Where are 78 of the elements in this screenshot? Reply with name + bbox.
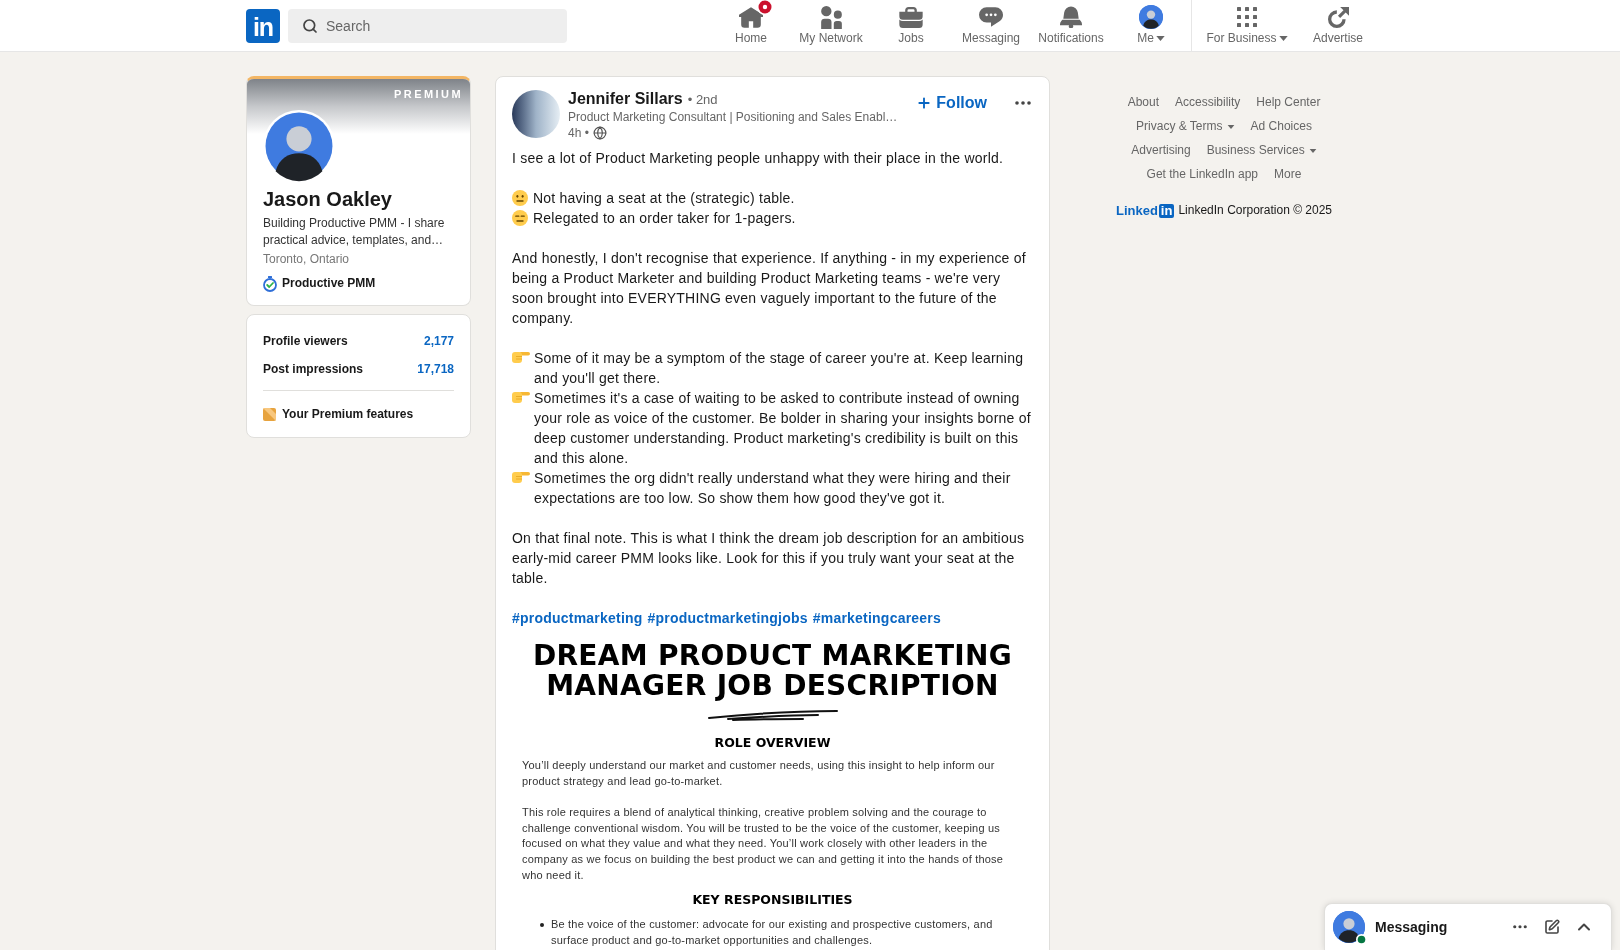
footer-link[interactable]: Privacy & Terms: [1136, 118, 1235, 135]
footer-link[interactable]: More: [1274, 166, 1302, 183]
stat-value[interactable]: 17,718: [417, 360, 454, 378]
profile-headline: Building Productive PMM - I share practical advice, templates, and…: [263, 215, 446, 249]
document-paragraph: This role requires a blend of analytical thinking, creative problem solving and the courage to challenge conventional wisdom. You will be trusted to be the voice of the customer, keeping us focused on what they value and what they need. You’ll work closely with other leaders in the company as we focus on building the best product we can and getting it into the hands of those who need it.: [522, 805, 1005, 883]
document-paragraph: You’ll deeply understand our market and customer needs, using this insight to help inform our product strategy and lead go-to-market.: [522, 758, 996, 789]
footer-link[interactable]: Help Center: [1256, 94, 1321, 111]
footer-link[interactable]: Business Services: [1206, 142, 1317, 159]
post-text: And honestly, I don't recognise that experience. If anything - in my experience of being a Product Marketer and building Product Marketing teams - we're very soon brought into EVERYTHING even vaguely important to the future of the company.: [512, 249, 1027, 328]
post-text: Not having a seat at the (strategic) table.: [533, 189, 796, 208]
footer-link[interactable]: Advertising: [1131, 142, 1191, 159]
briefcase-icon: [899, 6, 923, 28]
copyright-text: LinkedIn Corporation © 2025: [1178, 202, 1333, 219]
profile-location: Toronto, Ontario: [263, 251, 351, 268]
nav-item[interactable]: Home: [711, 0, 791, 52]
hashtag-link[interactable]: #productmarketing: [512, 608, 643, 628]
document-heading: KEY RESPONSIBILITIES: [691, 892, 854, 908]
stat-label[interactable]: Post impressions: [263, 360, 364, 378]
messaging-label: Messaging: [1375, 917, 1449, 937]
post-time: 4h •: [568, 125, 589, 141]
premium-icon: [263, 407, 276, 421]
linkedin-wordmark: Linked in: [1115, 202, 1175, 219]
footer-link[interactable]: About: [1127, 94, 1159, 111]
search-icon: [302, 17, 318, 34]
premium-features-link[interactable]: Your Premium features: [282, 405, 414, 423]
premium-label: PREMIUM: [394, 88, 463, 101]
profile-photo-placeholder: [512, 90, 560, 138]
grid-icon: [1237, 7, 1257, 27]
connection-degree: • 2nd: [687, 91, 718, 109]
post-text: Relegated to an order taker for 1-pagers.: [533, 209, 797, 228]
linkedin-logo[interactable]: in: [246, 8, 280, 43]
bullet-icon: [540, 923, 544, 928]
avatar-icon: [1333, 911, 1365, 943]
post-text: I see a lot of Product Marketing people unhappy with their place in the world.: [512, 149, 1005, 168]
post-text: Sometimes it's a case of waiting to be asked to contribute instead of owning your role as voice of the customer. Be bolder in sharing your insights borne of deep customer understanding. Product marketing's credibility is built on this and this alone.: [534, 389, 1032, 468]
home-icon: [739, 6, 763, 28]
footer-link[interactable]: Accessibility: [1175, 94, 1241, 111]
expressionless-face-icon: [512, 210, 528, 226]
document-bullet-text: Be the voice of the customer: advocate for our existing and prospective customers, and surface product and go-to-market opportunities and challenges.: [551, 917, 994, 948]
search-field[interactable]: Search: [288, 8, 567, 43]
stopwatch-check-icon: [263, 275, 277, 292]
document-heading: ROLE OVERVIEW: [713, 735, 832, 750]
nav-item[interactable]: For Business: [1192, 0, 1302, 52]
chat-bubble-icon: [979, 7, 1003, 27]
neutral-face-icon: [512, 190, 528, 206]
hashtag-link[interactable]: #marketingcareers: [812, 608, 941, 628]
nav-item[interactable]: Notifications: [1031, 0, 1111, 52]
pointing-hand-icon: [512, 351, 530, 364]
post-text: Sometimes the org didn't really understand what they were hiring and their expectations are too low. So show them how good they've got it.: [534, 469, 1012, 508]
follow-button[interactable]: Follow: [908, 87, 995, 119]
post-text: On that final note. This is what I think the dream job description for an ambitious early-mid career PMM looks like. Look for this if you truly want your seat at the table.: [512, 529, 1026, 588]
people-icon: [820, 5, 842, 29]
footer-link[interactable]: Ad Choices: [1250, 118, 1312, 135]
profile-photo-placeholder: [263, 110, 335, 182]
messaging-bar[interactable]: Messaging: [1324, 903, 1612, 950]
document-title: DREAM PRODUCT MARKETING MANAGER JOB DESCRIPTION: [531, 641, 1014, 701]
ellipsis-icon: [1015, 101, 1031, 105]
pointing-hand-icon: [512, 391, 530, 404]
stat-value[interactable]: 2,177: [423, 332, 454, 350]
bell-icon: [1060, 6, 1082, 28]
compose-icon: [1544, 919, 1560, 935]
ellipsis-icon: [1513, 925, 1527, 929]
pointing-hand-icon: [512, 471, 530, 484]
author-headline: Product Marketing Consultant | Positioning and Sales Enabl…: [568, 109, 899, 125]
nav-item[interactable]: Messaging: [951, 0, 1031, 52]
nav-item[interactable]: Me: [1111, 0, 1191, 52]
avatar-icon: [1139, 5, 1163, 29]
footer-link[interactable]: Get the LinkedIn app: [1146, 166, 1259, 183]
nav-item[interactable]: Jobs: [871, 0, 951, 52]
author-name[interactable]: Jennifer Sillars: [568, 90, 683, 108]
stat-label[interactable]: Profile viewers: [263, 332, 348, 350]
globe-icon: [592, 126, 607, 140]
nav-item[interactable]: My Network: [791, 0, 871, 52]
hashtag-link[interactable]: #productmarketingjobs: [647, 608, 808, 628]
post-text: Some of it may be a symptom of the stage of career you're at. Keep learning and you'll get there.: [534, 349, 1025, 388]
nav-item[interactable]: Advertise: [1302, 0, 1374, 52]
profile-name[interactable]: Jason Oakley: [263, 187, 454, 211]
company-name[interactable]: Productive PMM: [282, 275, 376, 292]
